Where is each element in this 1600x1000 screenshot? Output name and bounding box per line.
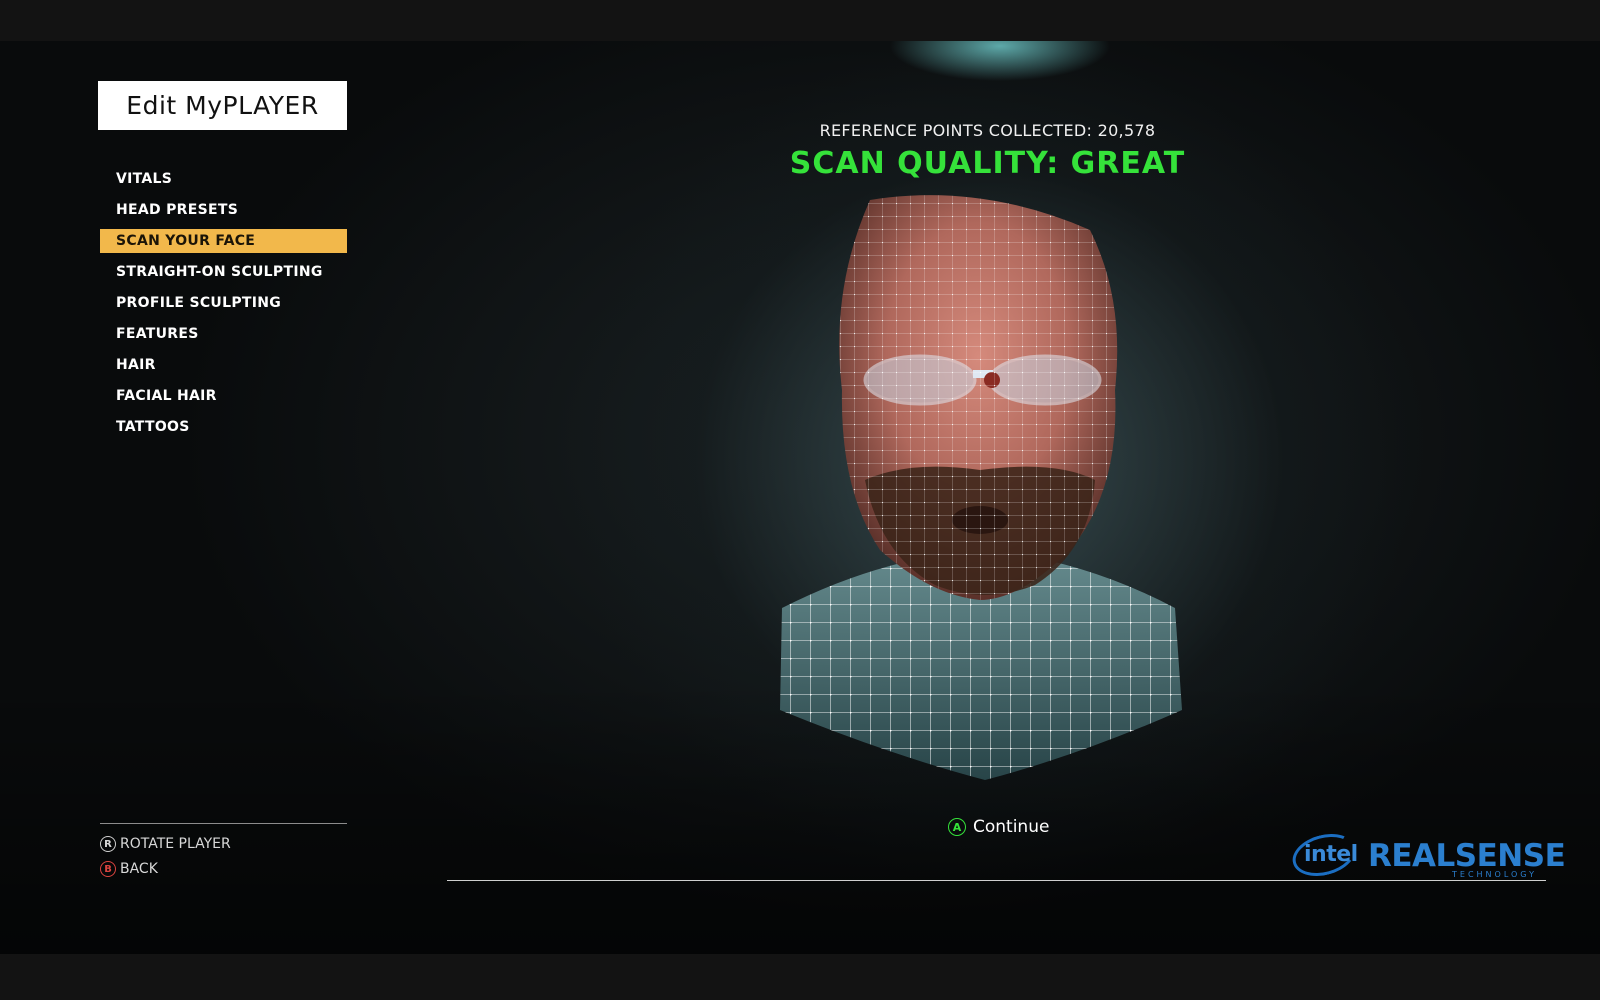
b-button-icon: B <box>100 861 116 877</box>
menu-item-profile-sculpting[interactable]: PROFILE SCULPTING <box>100 291 347 315</box>
controls-divider <box>100 823 347 824</box>
menu-item-hair[interactable]: HAIR <box>100 353 347 377</box>
r-button-icon: R <box>100 836 116 852</box>
menu-item-straight-on-sculpting[interactable]: STRAIGHT-ON SCULPTING <box>100 260 347 284</box>
menu-item-head-presets[interactable]: HEAD PRESETS <box>100 198 347 222</box>
page-title: Edit MyPLAYER <box>98 81 347 130</box>
continue-label: Continue <box>973 817 1050 837</box>
rotate-player-label: ROTATE PLAYER <box>120 836 231 852</box>
menu-item-vitals[interactable]: VITALS <box>100 167 347 191</box>
back-control[interactable]: B BACK <box>100 858 158 880</box>
menu-item-scan-your-face[interactable]: SCAN YOUR FACE <box>100 229 347 253</box>
continue-button[interactable]: A Continue <box>948 815 1049 839</box>
rotate-player-control[interactable]: R ROTATE PLAYER <box>100 833 231 855</box>
intel-wordmark: intel <box>1304 842 1358 867</box>
face-scan-mesh[interactable] <box>770 190 1210 800</box>
intel-realsense-logo: intel REALSENSE TECHNOLOGY <box>1287 827 1566 883</box>
edit-menu: VITALS HEAD PRESETS SCAN YOUR FACE STRAI… <box>100 167 347 446</box>
technology-wordmark: TECHNOLOGY <box>1452 870 1537 879</box>
menu-item-features[interactable]: FEATURES <box>100 322 347 346</box>
back-label: BACK <box>120 861 158 877</box>
reference-points-readout: REFERENCE POINTS COLLECTED: 20,578 <box>819 121 1156 140</box>
menu-item-tattoos[interactable]: TATTOOS <box>100 415 347 439</box>
realsense-wordmark: REALSENSE <box>1368 838 1566 874</box>
a-button-icon: A <box>948 818 966 836</box>
scan-quality-status: SCAN QUALITY: GREAT <box>789 146 1186 181</box>
menu-item-facial-hair[interactable]: FACIAL HAIR <box>100 384 347 408</box>
